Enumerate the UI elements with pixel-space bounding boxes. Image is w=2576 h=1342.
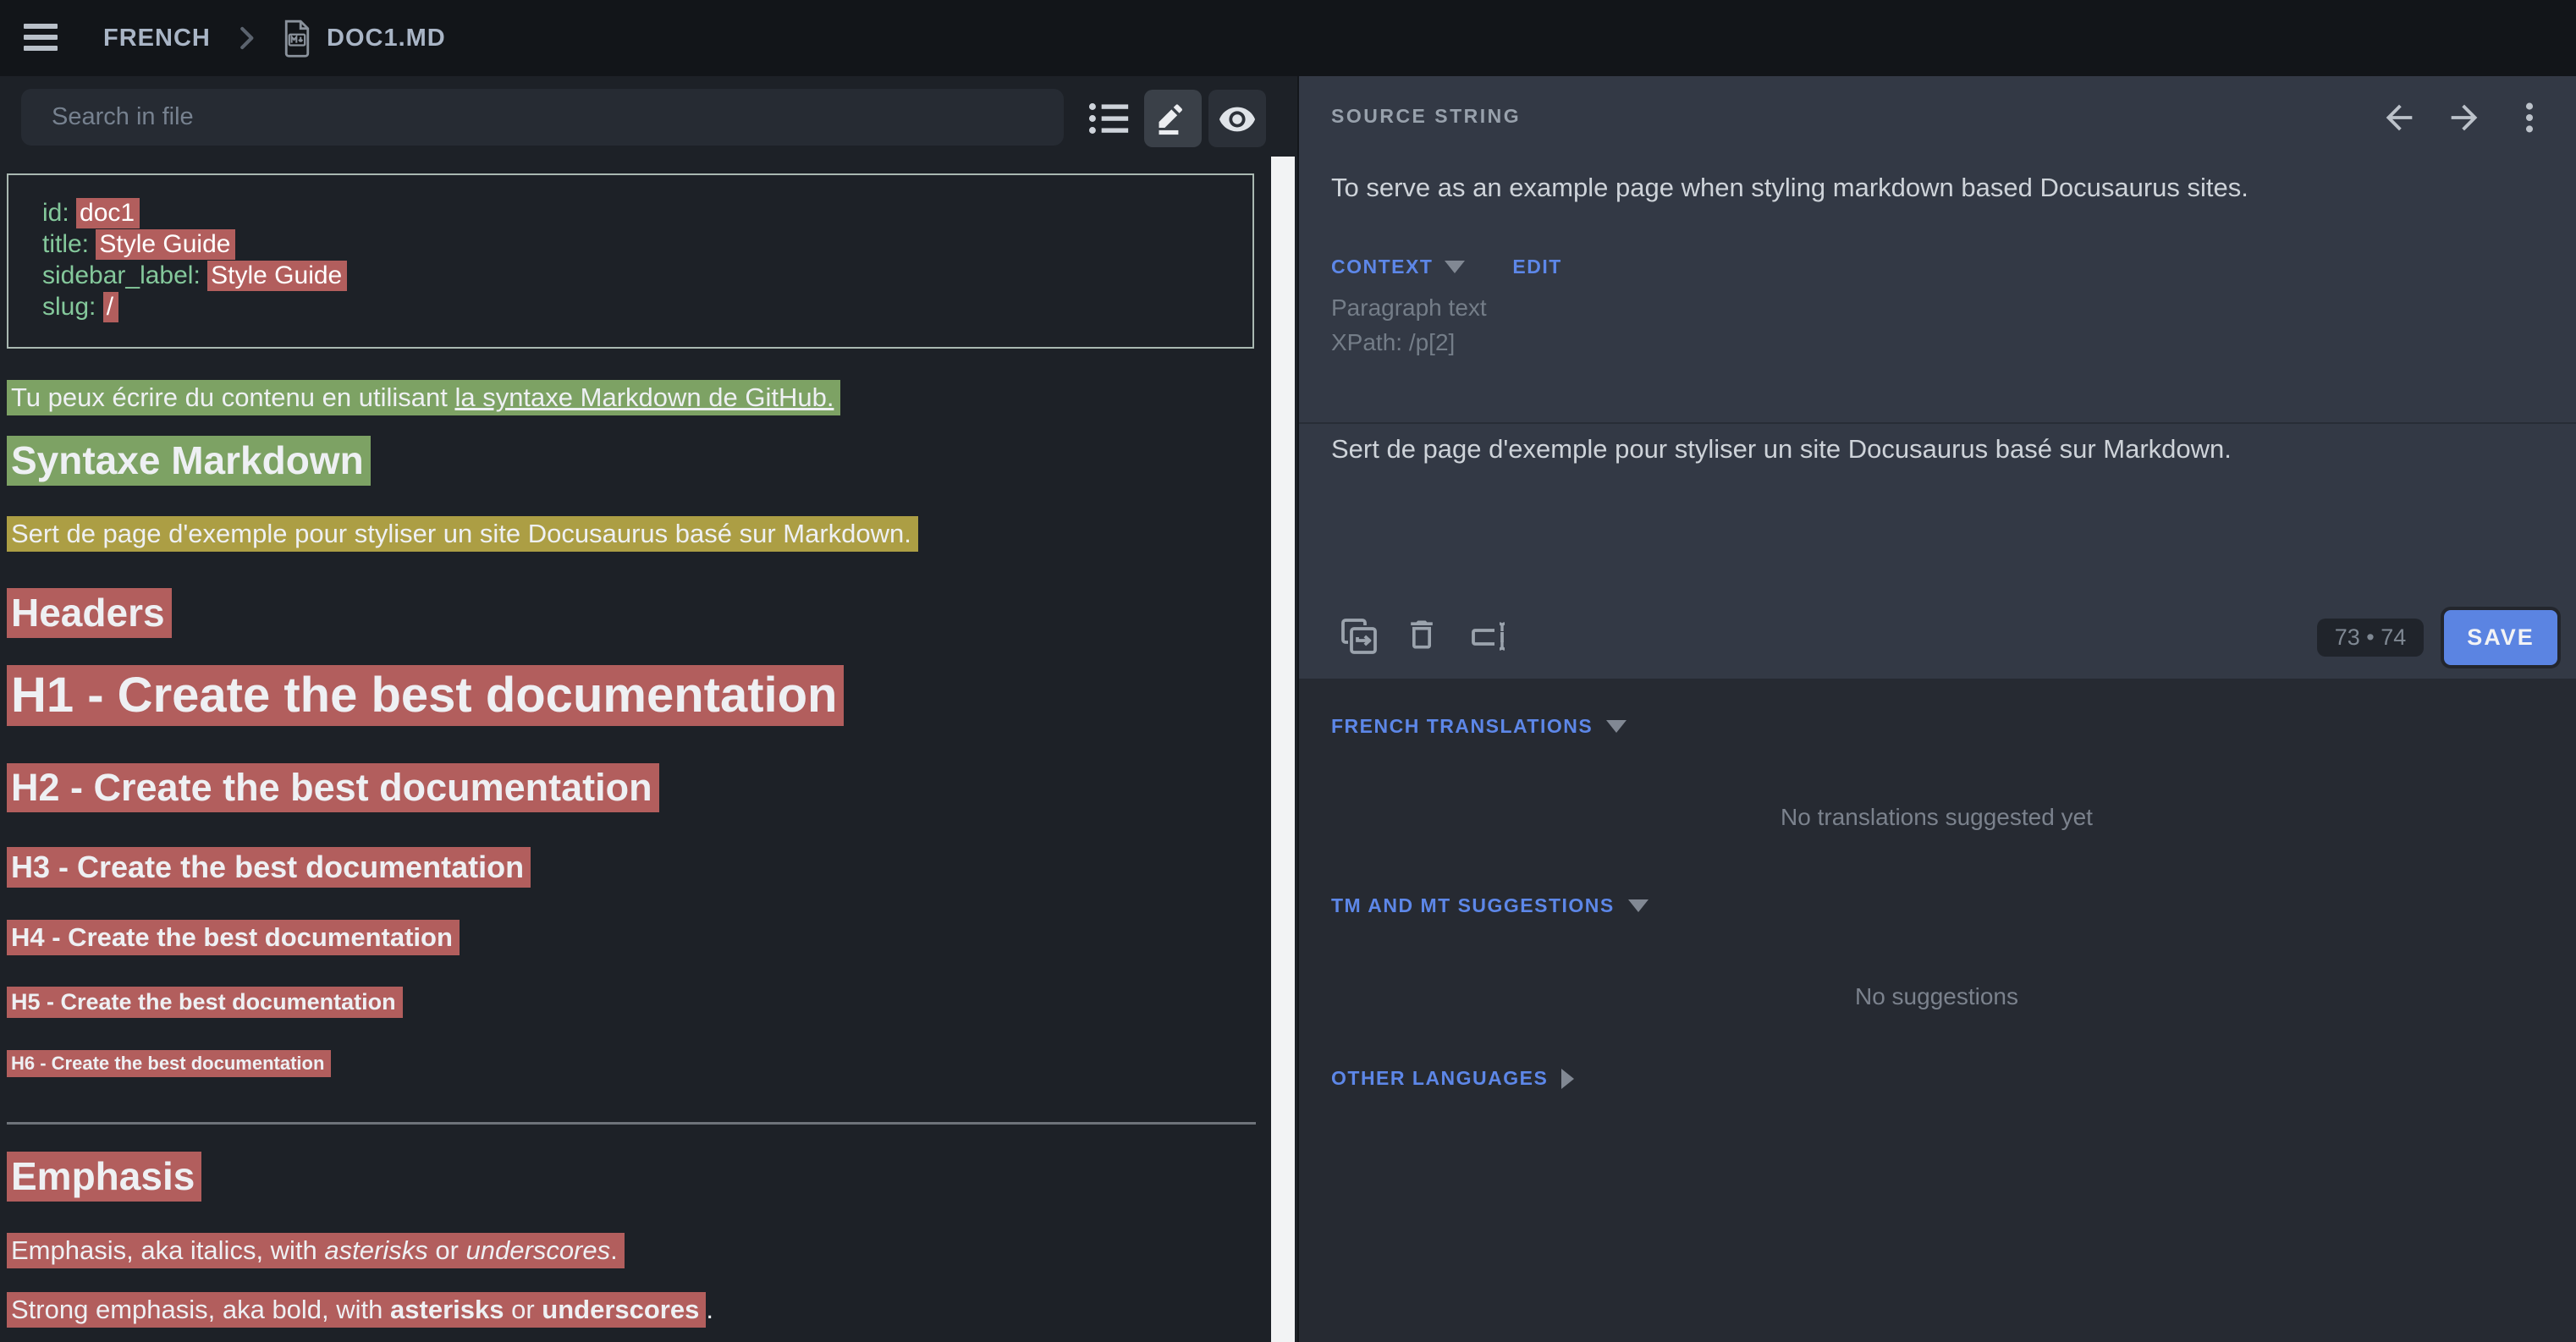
selected-string-highlight[interactable]: Sert de page d'exemple pour styliser un … [7, 516, 918, 552]
string-highlight[interactable]: Emphasis, aka italics, with asterisks or… [7, 1233, 625, 1268]
markdown-file-icon [283, 19, 311, 58]
string-highlight[interactable]: H1 - Create the best documentation [7, 665, 844, 726]
edit-key-icon[interactable] [1467, 616, 1508, 657]
section-other-languages[interactable]: OTHER LANGUAGES [1331, 1067, 1574, 1090]
string-list-icon[interactable] [1083, 95, 1136, 142]
chevron-down-icon [1606, 720, 1627, 733]
string-highlight[interactable]: Emphasis [7, 1152, 201, 1202]
editor-divider [1299, 422, 2576, 424]
chevron-down-icon [1628, 899, 1649, 912]
string-highlight[interactable]: H5 - Create the best documentation [7, 987, 403, 1018]
context-toggle[interactable]: CONTEXT [1331, 256, 1433, 278]
string-highlight[interactable]: Headers [7, 588, 172, 638]
doc-h4: H4 - Create the best documentation [7, 922, 460, 953]
hamburger-menu-icon[interactable] [24, 24, 58, 52]
context-row: CONTEXT EDIT [1331, 256, 1562, 278]
translation-input[interactable]: Sert de page d'exemple pour styliser un … [1331, 434, 2516, 465]
breadcrumb-chevron-icon [230, 22, 262, 54]
doc-h2: H2 - Create the best documentation [7, 766, 659, 810]
doc-h3: H3 - Create the best documentation [7, 850, 531, 885]
section-french-translations[interactable]: FRENCH TRANSLATIONS [1331, 715, 1627, 738]
doc-h1: H1 - Create the best documentation [7, 667, 844, 723]
preview-mode-button[interactable] [1208, 90, 1266, 147]
suggestions-area [1297, 679, 2576, 1342]
insert-source-text-icon[interactable] [1339, 616, 1379, 657]
translation-editor-card [1297, 76, 2576, 679]
frontmatter-line: title: Style Guide [42, 228, 1252, 260]
context-xpath-text: XPath: /p[2] [1331, 329, 1455, 356]
doc-h5: H5 - Create the best documentation [7, 989, 403, 1015]
chevron-down-icon [1445, 261, 1465, 273]
strong-line-tail: . [706, 1295, 713, 1324]
more-options-kebab-icon[interactable] [2510, 98, 2549, 137]
section-tm-mt-suggestions[interactable]: TM AND MT SUGGESTIONS [1331, 894, 1649, 917]
doc-paragraph-selected: Sert de page d'exemple pour styliser un … [7, 519, 918, 549]
doc-heading-emphasis: Emphasis [7, 1153, 201, 1199]
doc-heading-syntaxe: Syntaxe Markdown [7, 437, 371, 483]
chevron-right-icon [1561, 1069, 1574, 1089]
doc-horizontal-rule [7, 1122, 1256, 1125]
breadcrumb-file[interactable]: DOC1.MD [327, 0, 446, 76]
string-highlight[interactable]: H4 - Create the best documentation [7, 920, 460, 955]
frontmatter-block: id: doc1 title: Style Guide sidebar_labe… [7, 173, 1254, 349]
frontmatter-line: sidebar_label: Style Guide [42, 260, 1252, 291]
doc-paragraph-intro: Tu peux écrire du contenu en utilisant l… [7, 382, 840, 413]
app-root: FRENCH DOC1.MD [0, 0, 2576, 1342]
string-highlight[interactable]: / [103, 292, 118, 322]
save-button[interactable]: SAVE [2444, 610, 2557, 665]
left-panel-scrollbar[interactable] [1271, 157, 1295, 1342]
pencil-icon [1154, 100, 1192, 137]
context-type-text: Paragraph text [1331, 294, 1487, 322]
frontmatter-line: slug: / [42, 291, 1252, 322]
doc-paragraph-emphasis: Emphasis, aka italics, with asterisks or… [7, 1235, 625, 1266]
suggestions-empty-text: No suggestions [1297, 983, 2576, 1010]
character-count-badge: 73 • 74 [2317, 619, 2424, 657]
edit-context-link[interactable]: EDIT [1512, 256, 1561, 278]
frontmatter-line: id: doc1 [42, 197, 1252, 228]
eye-icon [1218, 99, 1257, 138]
string-highlight[interactable]: Style Guide [96, 229, 235, 260]
string-highlight[interactable]: Tu peux écrire du contenu en utilisant l… [7, 380, 840, 415]
previous-string-icon[interactable] [2380, 98, 2419, 137]
string-highlight[interactable]: Strong emphasis, aka bold, with asterisk… [7, 1292, 706, 1328]
delete-translation-icon[interactable] [1403, 616, 1444, 657]
source-string-label: SOURCE STRING [1331, 105, 1521, 128]
next-string-icon[interactable] [2445, 98, 2484, 137]
string-highlight[interactable]: Style Guide [207, 261, 347, 291]
doc-paragraph-strong: Strong emphasis, aka bold, with asterisk… [7, 1295, 713, 1325]
translations-empty-text: No translations suggested yet [1297, 804, 2576, 831]
doc-heading-headers: Headers [7, 590, 172, 635]
string-highlight[interactable]: H2 - Create the best documentation [7, 763, 659, 812]
edit-mode-button[interactable] [1144, 90, 1202, 147]
doc-link[interactable]: la syntaxe Markdown de GitHub. [454, 382, 834, 412]
string-highlight[interactable]: Syntaxe Markdown [7, 436, 371, 486]
string-highlight[interactable]: H6 - Create the best documentation [7, 1050, 331, 1077]
string-highlight[interactable]: doc1 [76, 198, 140, 228]
doc-h6: H6 - Create the best documentation [7, 1053, 331, 1075]
source-text: To serve as an example page when styling… [1331, 173, 2516, 203]
breadcrumb-project[interactable]: FRENCH [103, 0, 211, 76]
string-highlight[interactable]: H3 - Create the best documentation [7, 847, 531, 888]
search-input[interactable] [21, 89, 1064, 146]
